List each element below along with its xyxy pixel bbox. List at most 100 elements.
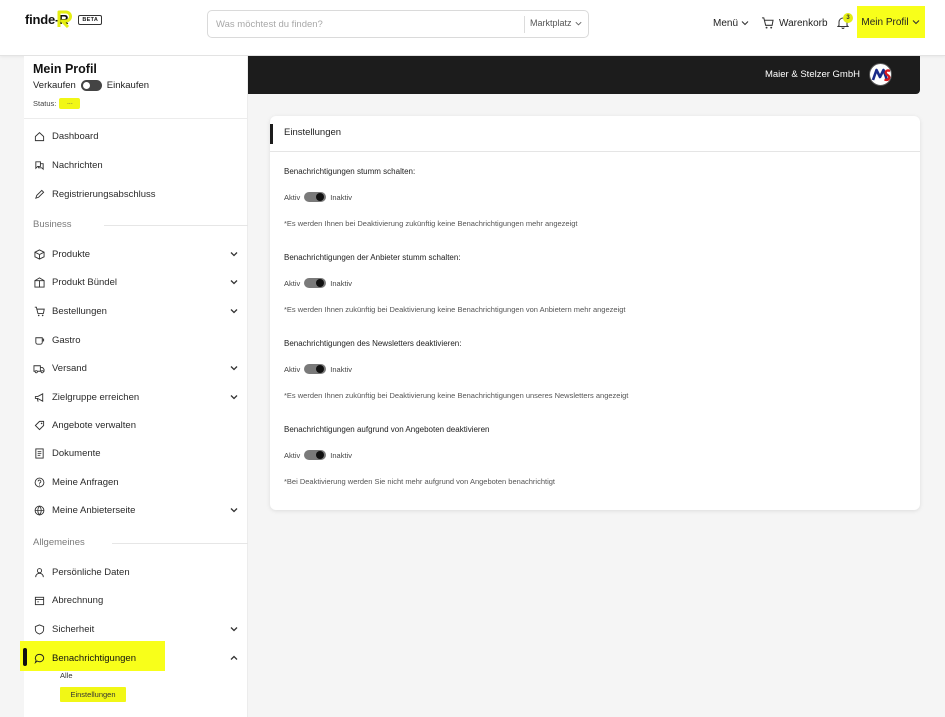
sidebar-item-persoenliche-daten[interactable]: Persönliche Daten bbox=[33, 562, 239, 582]
sidebar-item-produkt-buendel[interactable]: Produkt Bündel bbox=[33, 272, 239, 292]
box-icon bbox=[33, 248, 45, 260]
menu-button[interactable]: Menü bbox=[713, 0, 750, 46]
chat-icon bbox=[33, 159, 45, 171]
setting-toggle-row: Aktiv Inaktiv bbox=[284, 278, 352, 288]
settings-card-title: Einstellungen bbox=[284, 127, 342, 138]
sidebar-title: Mein Profil bbox=[33, 62, 97, 76]
top-header: finde-R BETA Marktplatz Menü Warenkorb 3… bbox=[0, 0, 945, 56]
sidebar-item-label: Produkt Bündel bbox=[52, 276, 117, 288]
mute-all-toggle[interactable] bbox=[304, 192, 327, 202]
sidebar-item-dashboard[interactable]: Dashboard bbox=[33, 126, 239, 146]
menu-label: Menü bbox=[713, 17, 739, 29]
cart-icon bbox=[33, 305, 45, 317]
subitem-alle[interactable]: Alle bbox=[60, 671, 73, 680]
sidebar-item-nachrichten[interactable]: Nachrichten bbox=[33, 155, 239, 175]
toggle-off-label: Inaktiv bbox=[330, 192, 352, 202]
setting-toggle-row: Aktiv Inaktiv bbox=[284, 364, 352, 374]
sidebar-item-bestellungen[interactable]: Bestellungen bbox=[33, 301, 239, 321]
sidebar-item-label: Zielgruppe erreichen bbox=[52, 391, 140, 403]
logo-r-mark-icon bbox=[57, 10, 72, 28]
chevron-down-icon bbox=[230, 627, 238, 632]
user-icon bbox=[33, 566, 45, 578]
cart-icon bbox=[761, 17, 774, 29]
search-scope-label: Marktplatz bbox=[530, 18, 572, 28]
status-row: Status: ... bbox=[33, 98, 81, 109]
chevron-down-icon bbox=[230, 366, 238, 371]
profile-label: Mein Profil bbox=[861, 16, 909, 28]
profile-button[interactable]: Mein Profil bbox=[857, 6, 925, 38]
sidebar-item-zielgruppe-erreichen[interactable]: Zielgruppe erreichen bbox=[33, 387, 239, 407]
sidebar-item-benachrichtigungen[interactable]: Benachrichtigungen bbox=[33, 648, 239, 668]
sidebar-item-label: Dashboard bbox=[52, 130, 99, 142]
company-logo[interactable] bbox=[869, 63, 892, 86]
sidebar-item-label: Nachrichten bbox=[52, 159, 103, 171]
sidebar-item-versand[interactable]: Versand bbox=[33, 358, 239, 378]
company-name: Maier & Stelzer GmbH bbox=[764, 69, 860, 80]
cart-label: Warenkorb bbox=[779, 17, 828, 29]
chevron-up-icon bbox=[230, 655, 238, 660]
setting-note: *Es werden Ihnen zukünftig bei Deaktivie… bbox=[284, 391, 629, 400]
sidebar-item-label: Gastro bbox=[52, 334, 81, 346]
search-input[interactable] bbox=[216, 16, 516, 33]
chevron-down-icon bbox=[230, 395, 238, 400]
sidebar-item-label: Benachrichtigungen bbox=[52, 652, 136, 664]
notification-count-badge: 3 bbox=[843, 13, 853, 23]
sidebar-item-registrierungsabschluss[interactable]: Registrierungsabschluss bbox=[33, 184, 239, 204]
bubble-icon bbox=[33, 652, 45, 664]
setting-note: *Es werden Ihnen zukünftig bei Deaktivie… bbox=[284, 305, 626, 314]
toggle-on-label: Aktiv bbox=[284, 364, 301, 374]
search-scope-dropdown[interactable]: Marktplatz bbox=[530, 18, 583, 28]
header-accent-bar bbox=[270, 124, 273, 144]
company-banner: Maier & Stelzer GmbH bbox=[248, 56, 920, 94]
chevron-down-icon bbox=[230, 280, 238, 285]
sidebar-item-meine-anfragen[interactable]: Meine Anfragen bbox=[33, 472, 239, 492]
subitem-einstellungen[interactable]: Einstellungen bbox=[60, 687, 126, 702]
status-label: Status: bbox=[33, 99, 57, 108]
toggle-off-label: Inaktiv bbox=[330, 278, 352, 288]
toggle-on-label: Aktiv bbox=[284, 278, 301, 288]
newsletter-toggle[interactable] bbox=[304, 364, 327, 374]
home-icon bbox=[33, 130, 45, 142]
question-icon bbox=[33, 476, 45, 488]
cart-button[interactable]: Warenkorb bbox=[761, 0, 828, 46]
document-icon bbox=[33, 447, 45, 459]
truck-icon bbox=[33, 362, 45, 374]
chevron-down-icon bbox=[230, 252, 238, 257]
setting-label: Benachrichtigungen stumm schalten: bbox=[284, 167, 416, 176]
notification-button[interactable]: 3 bbox=[837, 13, 855, 32]
megaphone-icon bbox=[33, 391, 45, 403]
sidebar-item-abrechnung[interactable]: Abrechnung bbox=[33, 590, 239, 610]
setting-label: Benachrichtigungen des Newsletters deakt… bbox=[284, 339, 462, 348]
logo[interactable]: finde-R BETA bbox=[25, 10, 103, 28]
sidebar-divider bbox=[24, 118, 248, 119]
company-logo-mark bbox=[871, 68, 891, 82]
settings-card-header: Einstellungen bbox=[270, 116, 920, 152]
cup-icon bbox=[33, 334, 45, 346]
sidebar-item-gastro[interactable]: Gastro bbox=[33, 330, 239, 350]
pen-icon bbox=[33, 188, 45, 200]
section-business: Business bbox=[33, 219, 72, 230]
sidebar-item-meine-anbieterseite[interactable]: Meine Anbieterseite bbox=[33, 500, 239, 520]
sidebar-item-label: Persönliche Daten bbox=[52, 566, 130, 578]
section-general: Allgemeines bbox=[33, 537, 85, 548]
sidebar-item-angebote-verwalten[interactable]: Angebote verwalten bbox=[33, 415, 239, 435]
sell-buy-toggle[interactable] bbox=[80, 80, 102, 91]
buy-label: Einkaufen bbox=[106, 80, 150, 91]
sidebar-item-sicherheit[interactable]: Sicherheit bbox=[33, 619, 239, 639]
sidebar-item-label: Abrechnung bbox=[52, 594, 104, 606]
offers-toggle[interactable] bbox=[304, 450, 327, 460]
sidebar-item-label: Dokumente bbox=[52, 447, 101, 459]
sell-label: Verkaufen bbox=[33, 80, 76, 91]
chevron-down-icon bbox=[230, 508, 238, 513]
shield-icon bbox=[33, 623, 45, 635]
section-divider bbox=[104, 225, 248, 226]
mute-vendors-toggle[interactable] bbox=[304, 278, 327, 288]
sidebar-item-produkte[interactable]: Produkte bbox=[33, 244, 239, 264]
chevron-down-icon bbox=[741, 21, 749, 26]
toggle-on-label: Aktiv bbox=[284, 450, 301, 460]
setting-note: *Es werden Ihnen bei Deaktivierung zukün… bbox=[284, 219, 578, 228]
section-divider bbox=[112, 543, 248, 544]
sidebar-item-label: Produkte bbox=[52, 248, 91, 260]
sidebar-item-dokumente[interactable]: Dokumente bbox=[33, 443, 239, 463]
toggle-off-label: Inaktiv bbox=[330, 450, 352, 460]
